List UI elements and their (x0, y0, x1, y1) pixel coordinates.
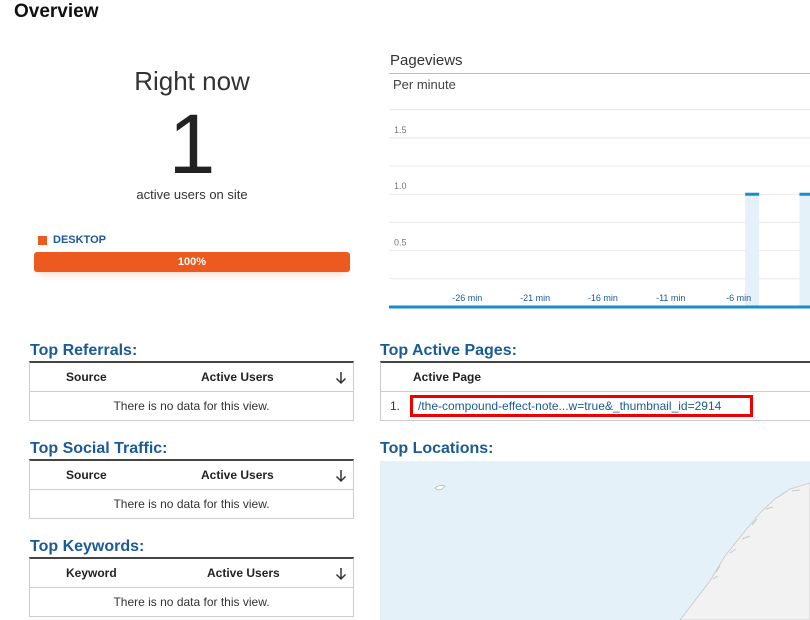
empty-message: There is no data for this view. (113, 595, 270, 609)
active-users-count: 1 (168, 97, 216, 191)
pageviews-chart[interactable]: 0.5 1.0 1.5 -26 min -21 min -16 min -11 min -6 … (389, 100, 810, 312)
pageviews-bar-cap (745, 192, 760, 196)
top-active-pages-title: Top Active Pages: (380, 342, 517, 359)
active-page-link[interactable]: /the-compound-effect-note...w=true&_thum… (410, 395, 753, 417)
device-label-desktop: DESKTOP (53, 234, 106, 246)
top-referrals-table: Source Active Users There is no data for… (29, 361, 354, 421)
column-source[interactable]: Source (66, 370, 107, 384)
x-tick-label: -16 min (588, 293, 618, 303)
pageviews-divider (389, 73, 810, 74)
empty-message: There is no data for this view. (113, 399, 270, 413)
pageviews-subtitle: Per minute (393, 77, 456, 92)
y-tick-label: 1.0 (394, 181, 407, 191)
pageviews-title: Pageviews (390, 52, 463, 69)
column-active-users[interactable]: Active Users (201, 468, 274, 482)
y-tick-label: 1.5 (394, 125, 407, 135)
right-now-title: Right now (134, 66, 250, 96)
x-tick-label: -11 min (656, 293, 685, 303)
column-active-page[interactable]: Active Page (413, 370, 481, 384)
column-active-users[interactable]: Active Users (201, 370, 274, 384)
top-referrals-title: Top Referrals: (30, 342, 138, 359)
top-social-table: Source Active Users There is no data for… (29, 459, 354, 519)
x-tick-label: -26 min (452, 293, 482, 303)
top-active-pages-table: Active Page 1. /the-compound-effect-note… (380, 361, 810, 421)
sort-desc-icon[interactable] (335, 371, 347, 385)
top-keywords-table: Keyword Active Users There is no data fo… (29, 557, 354, 617)
locations-map[interactable] (380, 461, 810, 620)
table-header: Source Active Users (30, 461, 353, 490)
column-keyword[interactable]: Keyword (66, 566, 117, 580)
desktop-swatch (38, 235, 47, 245)
row-number: 1. (390, 399, 401, 413)
top-keywords-title: Top Keywords: (30, 538, 145, 555)
x-tick-label: -6 min (726, 293, 751, 303)
empty-message: There is no data for this view. (113, 497, 270, 511)
y-tick-label: 0.5 (394, 238, 407, 248)
device-share-percent: 100% (177, 256, 207, 268)
map-land (434, 482, 810, 620)
pageviews-bar-cap (799, 192, 810, 196)
x-tick-label: -21 min (520, 293, 550, 303)
top-locations-title: Top Locations: (380, 440, 494, 457)
sort-desc-icon[interactable] (335, 469, 347, 483)
pageviews-bar[interactable] (745, 194, 760, 307)
table-row: 1. /the-compound-effect-note...w=true&_t… (381, 392, 810, 420)
top-social-title: Top Social Traffic: (30, 440, 168, 457)
sort-desc-icon[interactable] (335, 567, 347, 581)
active-users-label: active users on site (136, 187, 248, 202)
column-active-users[interactable]: Active Users (207, 566, 280, 580)
pageviews-bar[interactable] (799, 194, 810, 307)
table-header: Keyword Active Users (30, 559, 353, 588)
column-source[interactable]: Source (66, 468, 107, 482)
table-header: Source Active Users (30, 363, 353, 392)
table-header: Active Page (381, 363, 810, 392)
device-share-bar[interactable]: 100% (34, 252, 350, 272)
page-title: Overview (14, 1, 99, 22)
device-legend: DESKTOP (38, 234, 106, 246)
